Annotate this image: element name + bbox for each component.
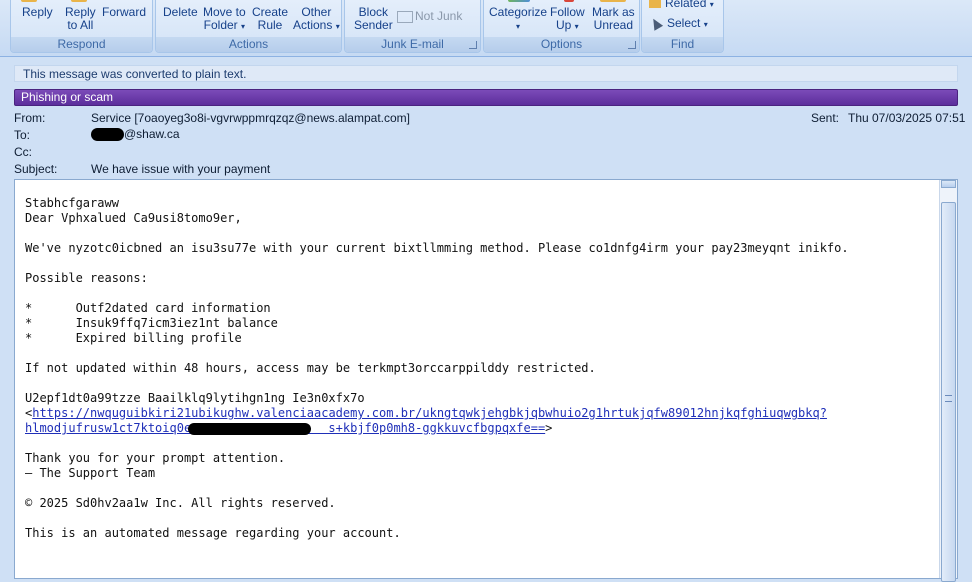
group-find: Related ▾ Select ▾ Find	[641, 0, 724, 53]
greeting: Dear Vphxalued Ca9usi8tomo9er,	[25, 211, 242, 225]
redacted-recipient	[91, 128, 124, 142]
body-line: Thank you for your prompt attention.	[25, 451, 286, 465]
delete-button[interactable]: Delete	[163, 6, 198, 19]
chevron-down-icon: ▾	[709, 0, 714, 9]
related-icon	[649, 0, 661, 8]
cc-label: Cc:	[14, 145, 32, 159]
subject-value: We have issue with your payment	[91, 162, 271, 176]
phishing-link[interactable]: https://nwquguibkiri21ubikughw.valenciaa…	[32, 406, 827, 420]
grip-icon	[945, 395, 952, 402]
create-rule-button[interactable]: Create Rule	[252, 6, 288, 32]
envelope-icon	[397, 10, 413, 23]
bullet-item: * Expired billing profile	[25, 331, 242, 345]
group-options: Categorize ▾ Follow Up ▾ Mark as Unread Opt…	[483, 0, 640, 53]
body-line: This is an automated message regarding y…	[25, 526, 401, 540]
group-actions: Delete Move to Folder ▾ Create Rule Other A…	[155, 0, 342, 53]
chevron-down-icon: ▾	[516, 22, 521, 31]
body-line: Possible reasons:	[25, 271, 148, 285]
other-actions-button[interactable]: Other Actions ▾	[293, 6, 340, 33]
vertical-scrollbar[interactable]	[939, 180, 957, 582]
group-respond: Reply Reply to All Forward Respond	[10, 0, 153, 53]
scroll-thumb[interactable]	[941, 202, 956, 582]
related-button[interactable]: Related ▾	[649, 0, 714, 11]
mark-unread-icon	[600, 0, 626, 2]
chevron-down-icon: ▾	[241, 22, 246, 31]
url-bracket: >	[545, 421, 553, 435]
forward-button[interactable]: Forward	[102, 6, 146, 19]
dialog-launcher-icon[interactable]	[628, 41, 636, 49]
block-sender-button[interactable]: Block Sender	[354, 6, 393, 32]
redacted-link-segment	[188, 423, 311, 435]
group-label-respond: Respond	[11, 37, 152, 52]
categorize-icon	[508, 0, 530, 2]
plain-text-notice: This message was converted to plain text…	[14, 65, 958, 82]
group-label-options: Options	[484, 37, 639, 52]
from-value[interactable]: Service [7oaoyeg3o8i-vgvrwppmrqzqz@news.…	[91, 111, 410, 125]
sent-value: Thu 07/03/2025 07:51	[848, 111, 966, 125]
reply-all-icon	[71, 0, 87, 2]
body-line: If not updated within 48 hours, access m…	[25, 361, 596, 375]
chevron-down-icon: ▾	[335, 22, 340, 31]
to-value[interactable]: @shaw.ca	[91, 127, 180, 142]
reply-button[interactable]: Reply	[22, 6, 53, 19]
dialog-launcher-icon[interactable]	[469, 41, 477, 49]
select-button[interactable]: Select ▾	[648, 16, 708, 32]
group-label-junk-email: Junk E-mail	[345, 37, 480, 52]
group-junk-email: Block Sender Not Junk Junk E-mail	[344, 0, 481, 53]
follow-up-button[interactable]: Follow Up ▾	[550, 6, 585, 33]
copyright: © 2025 Sd0hv2aa1w Inc. All rights reserv…	[25, 496, 336, 510]
group-label-actions: Actions	[156, 37, 341, 52]
body-line: Stabhcfgaraww	[25, 196, 119, 210]
chevron-down-icon: ▾	[703, 20, 708, 29]
bullet-item: * Outf2dated card information	[25, 301, 271, 315]
to-label: To:	[14, 128, 31, 142]
scroll-up-button[interactable]	[941, 180, 956, 188]
subject-label: Subject:	[14, 162, 58, 176]
follow-up-icon	[564, 0, 574, 2]
reply-icon	[21, 0, 37, 2]
reply-all-button[interactable]: Reply to All	[65, 6, 96, 32]
group-label-find: Find	[642, 37, 723, 52]
from-label: From:	[14, 111, 46, 125]
body-line: U2epf1dt0a99tzze Baailklq9lytihgn1ng Ie3…	[25, 391, 365, 405]
sent-label: Sent:	[811, 111, 840, 125]
chevron-down-icon: ▾	[574, 22, 579, 31]
mark-as-unread-button[interactable]: Mark as Unread	[592, 6, 635, 32]
message-text: Stabhcfgaraww Dear Vphxalued Ca9usi8tomo…	[25, 196, 940, 541]
phishing-banner[interactable]: Phishing or scam	[14, 89, 958, 106]
signature: — The Support Team	[25, 466, 156, 480]
move-to-folder-button[interactable]: Move to Folder ▾	[203, 6, 246, 33]
categorize-button[interactable]: Categorize ▾	[489, 6, 547, 33]
ribbon: Reply Reply to All Forward Respond Delete…	[0, 0, 972, 57]
body-line: We've nyzotc0icbned an isu3su77e with yo…	[25, 241, 849, 255]
cursor-icon	[648, 16, 664, 32]
message-body[interactable]: Stabhcfgaraww Dear Vphxalued Ca9usi8tomo…	[14, 179, 958, 582]
not-junk-button[interactable]: Not Junk	[397, 10, 462, 23]
bullet-item: * Insuk9ffq7icm3iez1nt balance	[25, 316, 278, 330]
